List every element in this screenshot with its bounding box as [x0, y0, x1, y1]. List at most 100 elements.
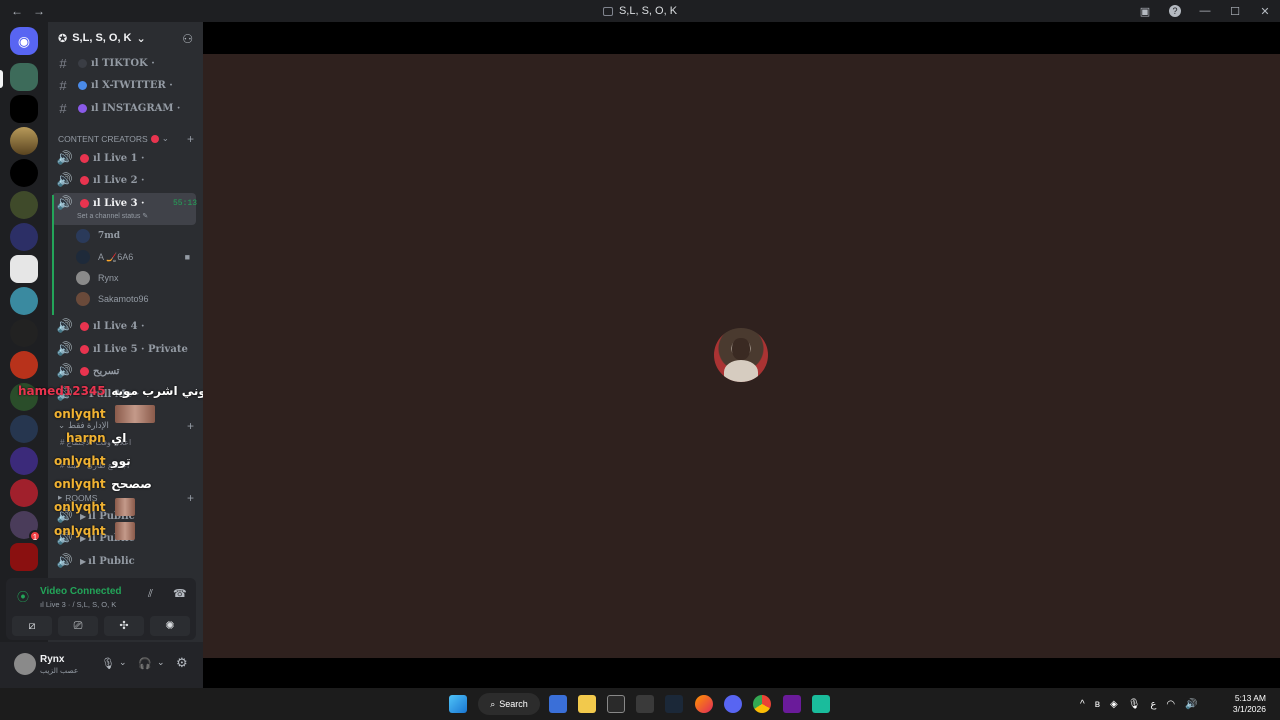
volume-icon[interactable]: 🔊	[1185, 699, 1197, 710]
voice-channel-live-4[interactable]: 🔊 ıl Live 4 ·	[56, 316, 201, 336]
headphones-icon[interactable]: 🎧	[138, 657, 152, 670]
server-icon[interactable]	[10, 415, 38, 443]
chevron-down-icon: ⌄	[161, 133, 169, 143]
search-label: Search	[499, 699, 528, 709]
activities-button[interactable]: ✣	[104, 616, 144, 636]
language-indicator[interactable]: ع	[1150, 699, 1156, 710]
camera-off-button[interactable]: ⧄	[12, 616, 52, 636]
file-explorer-icon[interactable]	[578, 695, 596, 713]
screen-share-button[interactable]: ⎚	[58, 616, 98, 636]
disconnect-icon[interactable]: ☎	[173, 587, 187, 600]
unity-icon[interactable]	[636, 695, 654, 713]
app-icon[interactable]	[783, 695, 801, 713]
maximize-button[interactable]: ☐	[1220, 5, 1250, 18]
guild-name: S,L, S, O, K	[72, 32, 132, 44]
chevron-down-icon[interactable]: ⌄	[119, 657, 127, 668]
task-view-icon[interactable]	[549, 695, 567, 713]
speaker-avatar[interactable]	[714, 328, 768, 382]
server-icon[interactable]	[10, 95, 38, 123]
server-icon[interactable]: 1	[10, 511, 41, 542]
add-channel-icon[interactable]: +	[187, 491, 194, 505]
taskbar-search-button[interactable]: ⌕ Search	[478, 693, 540, 715]
server-icon[interactable]	[10, 479, 38, 507]
server-icon-active[interactable]	[10, 63, 38, 91]
voice-channel-live-1[interactable]: 🔊 ıl Live 1 ·	[56, 148, 201, 168]
channel-tiktok[interactable]: # ıl TIKTOK ·	[54, 53, 199, 73]
noise-suppression-icon[interactable]: ⫽	[148, 588, 153, 601]
inbox-icon[interactable]: ▣	[1130, 5, 1160, 18]
microphone-icon[interactable]: 🎙	[1128, 699, 1141, 710]
voice-user[interactable]: 7md	[76, 226, 196, 246]
voice-user[interactable]: Rynx	[76, 268, 196, 288]
server-icon[interactable]	[10, 255, 38, 283]
voice-channel-live-2[interactable]: 🔊 ıl Live 2 ·	[56, 170, 201, 190]
overlay-username: onlyqht	[54, 454, 106, 468]
channel-instagram[interactable]: # ıl INSTAGRAM ·	[54, 98, 199, 118]
search-icon: ⌕	[490, 698, 496, 709]
bluetooth-icon[interactable]: ʙ	[1095, 699, 1100, 710]
firefox-icon[interactable]	[695, 695, 713, 713]
network-icon[interactable]: ◈	[1110, 699, 1118, 710]
windows-start-icon[interactable]	[449, 695, 467, 713]
voice-user[interactable]: Sakamoto96	[76, 289, 196, 309]
server-icon[interactable]	[10, 319, 38, 347]
add-channel-icon[interactable]: +	[187, 419, 194, 433]
chevron-down-icon[interactable]: ⌄	[157, 657, 165, 668]
server-icon[interactable]	[10, 159, 38, 187]
call-timer: 55:13	[172, 198, 197, 208]
user-panel: Rynx عصب الزيب 🎙 ⌄ 🎧 ⌄ ⚙	[0, 642, 203, 688]
voice-channel-link[interactable]: ıl Live 3 · / S,L, S, O, K	[40, 600, 116, 609]
channel-emoji-icon	[78, 103, 87, 113]
voice-status: Video Connected	[40, 586, 122, 597]
clock[interactable]: 5:13 AM 3/1/2026	[1233, 693, 1266, 715]
app-icon[interactable]	[812, 695, 830, 713]
clock-time: 5:13 AM	[1234, 693, 1266, 703]
forward-arrow-icon[interactable]: →	[32, 4, 46, 18]
server-icon-voice[interactable]	[10, 287, 38, 315]
voice-user[interactable]: A 🏒6A6 ■	[76, 247, 196, 267]
avatar[interactable]	[14, 653, 36, 675]
signal-icon[interactable]: ⦿	[17, 588, 29, 605]
overlay-message: onlyqht صصحح	[54, 473, 152, 492]
category-content-creators[interactable]: CONTENT CREATORS ⌄ +	[58, 132, 198, 146]
soundboard-button[interactable]: ✺	[150, 616, 190, 636]
minimize-button[interactable]: —	[1190, 5, 1220, 17]
server-icon[interactable]	[10, 543, 38, 571]
channel-status[interactable]: Set a channel status ✎	[77, 212, 148, 220]
gear-icon[interactable]: ⚙	[176, 655, 188, 671]
add-channel-icon[interactable]: +	[187, 132, 194, 146]
no-entry-icon	[80, 366, 89, 376]
voice-channel-live-5[interactable]: 🔊 ıl Live 5 · Private	[56, 339, 201, 359]
close-button[interactable]: ✕	[1250, 5, 1280, 18]
help-button[interactable]: ?	[1160, 5, 1190, 17]
invite-icon[interactable]: ⚇	[182, 32, 193, 46]
wifi-icon[interactable]: ◠	[1166, 699, 1175, 710]
server-icon[interactable]	[10, 447, 38, 475]
voice-channel-public[interactable]: 🔊 ▶ ıl Public	[56, 551, 201, 571]
speaker-icon: 🔊	[56, 553, 74, 568]
tray-expand-icon[interactable]: ^	[1080, 699, 1085, 710]
steam-icon[interactable]	[665, 695, 683, 713]
voice-user-name: Rynx	[98, 273, 119, 283]
server-icon[interactable]	[10, 223, 38, 251]
window-title: S,L, S, O, K	[0, 0, 1280, 22]
overlay-text: توو	[111, 454, 131, 468]
discord-icon[interactable]	[724, 695, 742, 713]
live-indicator-line	[52, 195, 54, 315]
help-icon[interactable]: ?	[1169, 5, 1181, 17]
voice-channel-tasreeh[interactable]: 🔊 تسريح	[56, 361, 201, 381]
discord-home-icon[interactable]: ◉	[10, 27, 38, 55]
microphone-icon[interactable]: 🎙	[101, 657, 115, 670]
user-name: Rynx	[40, 654, 65, 665]
channel-x-twitter[interactable]: # ıl X-TWITTER ·	[54, 75, 199, 95]
back-arrow-icon[interactable]: ←	[10, 4, 24, 18]
epic-games-icon[interactable]	[607, 695, 625, 713]
server-icon[interactable]	[10, 127, 38, 155]
sticker-image	[115, 521, 136, 540]
server-icon[interactable]	[10, 191, 38, 219]
red-circle-icon	[80, 321, 89, 331]
server-icon[interactable]	[10, 351, 38, 379]
chrome-icon[interactable]	[753, 695, 771, 713]
voice-channel-live-3[interactable]: 🔊 ıl Live 3 · 55:13	[56, 193, 201, 213]
guild-header[interactable]: ✪ S,L, S, O, K ⌄ ⚇	[48, 22, 203, 54]
